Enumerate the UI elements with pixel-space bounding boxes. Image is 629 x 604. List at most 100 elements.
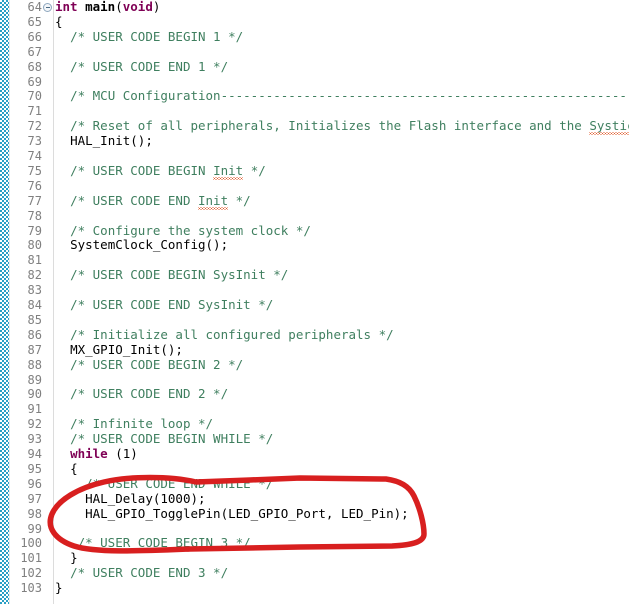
token-comment: */ (228, 192, 251, 208)
line-number: 89 (27, 372, 42, 387)
code-editor-view[interactable]: 64 65 66 67 68 69 70 71 72 73 74 75 76 77 78 79 80 81 82 83… (0, 0, 629, 604)
code-line[interactable]: } (55, 580, 63, 596)
code-line[interactable]: while (1) (55, 446, 138, 462)
gutter-border (53, 0, 54, 604)
line-number: 82 (27, 268, 42, 283)
code-line[interactable]: HAL_Init(); (55, 133, 153, 149)
line-number: 70 (27, 89, 42, 104)
token-comment: /* USER CODE BEGIN 2 */ (70, 356, 244, 372)
code-line[interactable]: MX_GPIO_Init(); (55, 341, 183, 358)
token-comment: /* USER CODE BEGIN 3 */ (77, 535, 251, 551)
line-number: 64 (27, 0, 42, 14)
token-comment: /* Infinite loop */ (70, 416, 214, 432)
token-keyword: while (70, 446, 108, 461)
line-number: 65 (27, 14, 42, 29)
code-line[interactable]: /* USER CODE END SysInit */ (55, 297, 274, 313)
token-comment: /* USER CODE END 3 */ (70, 565, 229, 581)
code-line[interactable]: /* USER CODE END 2 */ (55, 386, 229, 402)
code-text-area[interactable]: int main(void){ /* USER CODE BEGIN 1 */ … (55, 0, 629, 604)
token-comment: /* USER CODE END SysInit */ (70, 297, 274, 312)
code-line[interactable]: { (55, 460, 78, 477)
token-plain: SystemClock_Config(); (70, 237, 229, 253)
token-plain: MX_GPIO_Init(); (70, 341, 183, 357)
line-number: 99 (27, 521, 42, 536)
line-number-gutter[interactable]: 64 65 66 67 68 69 70 71 72 73 74 75 76 77 78 79 80 81 82 83… (10, 0, 53, 604)
line-number: 80 (27, 238, 42, 253)
code-line[interactable]: SystemClock_Config(); (55, 237, 229, 253)
code-line[interactable]: /* USER CODE BEGIN Init */ (55, 162, 266, 180)
code-line[interactable]: HAL_GPIO_TogglePin(LED_GPIO_Port, LED_Pi… (55, 505, 409, 522)
token-plain: } (70, 550, 78, 566)
spellcheck-word: Init (198, 192, 229, 210)
annotation-ruler-change-bar[interactable] (0, 0, 9, 604)
code-line[interactable]: /* USER CODE END 1 */ (55, 58, 229, 75)
token-plain: HAL_GPIO_TogglePin(LED_GPIO_Port, LED_Pi… (85, 505, 409, 521)
token-plain: { (70, 460, 78, 476)
code-line[interactable]: { (55, 14, 63, 30)
line-number: 67 (27, 44, 42, 59)
line-number: 90 (27, 387, 42, 402)
line-number: 84 (27, 298, 42, 312)
line-number: 76 (27, 178, 42, 193)
line-number: 95 (27, 461, 42, 476)
code-line[interactable]: /* Infinite loop */ (55, 416, 214, 432)
line-number: 74 (27, 149, 42, 163)
token-comment: /* USER CODE END WHILE */ (85, 475, 274, 491)
code-line[interactable]: } (55, 550, 78, 566)
token-comment: /* Reset of all peripherals, Initializes… (70, 118, 590, 134)
code-line[interactable]: /* USER CODE END Init */ (55, 192, 251, 210)
line-number: 77 (27, 193, 42, 208)
code-line[interactable]: /* Initialize all configured peripherals… (55, 327, 394, 343)
token-comment: /* USER CODE BEGIN SysInit */ (70, 267, 289, 283)
line-number: 100 (20, 536, 42, 551)
code-line[interactable]: HAL_Delay(1000); (55, 491, 205, 507)
code-line[interactable]: /* Configure the system clock */ (55, 223, 311, 239)
code-line[interactable]: /* USER CODE BEGIN SysInit */ (55, 267, 289, 283)
line-number: 103 (20, 581, 42, 596)
token-comment: /* USER CODE END 2 */ (70, 386, 229, 402)
line-number: 79 (27, 223, 42, 238)
code-line[interactable]: /* USER CODE END WHILE */ (55, 475, 274, 492)
token-comment: /* USER CODE BEGIN (70, 162, 214, 178)
token-plain: ) (152, 0, 161, 14)
collapse-fold-marker[interactable] (43, 3, 52, 12)
token-plain: (1) (107, 446, 138, 461)
line-number: 73 (27, 134, 42, 149)
line-number: 87 (27, 342, 42, 357)
code-line[interactable]: /* USER CODE BEGIN 1 */ (55, 29, 243, 45)
line-number: 94 (27, 447, 42, 461)
code-line[interactable]: /* USER CODE END 3 */ (55, 565, 229, 581)
line-number: 69 (27, 74, 42, 89)
line-number: 88 (27, 357, 42, 372)
code-line[interactable]: /* MCU Configuration--------------------… (55, 88, 629, 104)
line-number: 85 (27, 312, 42, 327)
code-line[interactable]: /* USER CODE BEGIN 2 */ (55, 356, 244, 373)
code-line[interactable]: /* USER CODE BEGIN 3 */ (55, 535, 251, 551)
code-line[interactable]: /* USER CODE BEGIN WHILE */ (55, 431, 273, 447)
code-line[interactable]: int main(void) (55, 0, 160, 15)
code-line[interactable]: /* Reset of all peripherals, Initializes… (55, 118, 629, 135)
token-comment: /* USER CODE END 1 */ (70, 58, 229, 74)
